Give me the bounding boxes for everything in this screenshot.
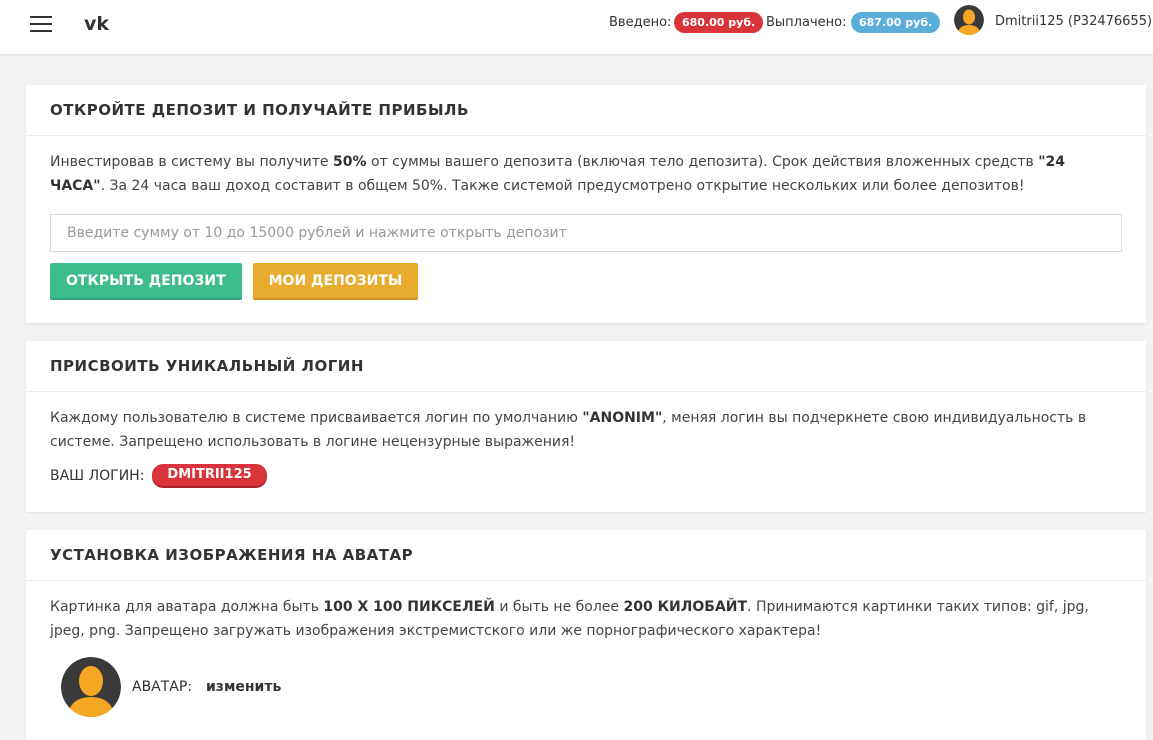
- deposit-card-title: ОТКРОЙТЕ ДЕПОЗИТ И ПОЛУЧАЙТЕ ПРИБЫЛЬ: [26, 85, 1146, 136]
- deposit-card: ОТКРОЙТЕ ДЕПОЗИТ И ПОЛУЧАЙТЕ ПРИБЫЛЬ Инв…: [26, 85, 1146, 323]
- top-bar: vk Введено: 680.00 руб. Выплачено: 687.0…: [0, 0, 1153, 55]
- change-avatar-link[interactable]: изменить: [206, 675, 281, 699]
- my-deposits-button[interactable]: МОИ ДЕПОЗИТЫ: [252, 263, 419, 298]
- login-card: ПРИСВОИТЬ УНИКАЛЬНЫЙ ЛОГИН Каждому польз…: [26, 341, 1146, 512]
- login-label: ВАШ ЛОГИН:: [50, 468, 145, 484]
- hamburger-menu-icon[interactable]: [30, 14, 54, 34]
- avatar-description: Картинка для аватара должна быть 100 X 1…: [50, 599, 1089, 639]
- vk-logo-icon[interactable]: vk: [84, 12, 114, 34]
- login-card-title: ПРИСВОИТЬ УНИКАЛЬНЫЙ ЛОГИН: [26, 341, 1146, 392]
- user-name[interactable]: Dmitrii125 (P32476655): [995, 14, 1152, 29]
- avatar-card: УСТАНОВКА ИЗОБРАЖЕНИЯ НА АВАТАР Картинка…: [26, 530, 1146, 740]
- deposit-description: Инвестировав в систему вы получите 50% о…: [50, 154, 1066, 194]
- deposit-amount-input[interactable]: [50, 214, 1122, 252]
- login-value-badge: DMITRII125: [152, 464, 267, 486]
- svg-text:vk: vk: [84, 13, 109, 34]
- deposited-amount-badge: 680.00 руб.: [674, 12, 764, 33]
- withdrawn-label: Выплачено:: [766, 15, 847, 30]
- avatar-silhouette-icon: [61, 657, 121, 717]
- open-deposit-button[interactable]: ОТКРЫТЬ ДЕПОЗИТ: [50, 263, 242, 298]
- avatar-label: АВАТАР:: [132, 679, 193, 695]
- withdrawn-amount-badge: 687.00 руб.: [851, 12, 941, 33]
- user-avatar-icon[interactable]: [954, 5, 984, 35]
- deposited-label: Введено:: [609, 15, 672, 30]
- login-description: Каждому пользователю в системе присваива…: [50, 410, 1087, 450]
- avatar-card-title: УСТАНОВКА ИЗОБРАЖЕНИЯ НА АВАТАР: [26, 530, 1146, 581]
